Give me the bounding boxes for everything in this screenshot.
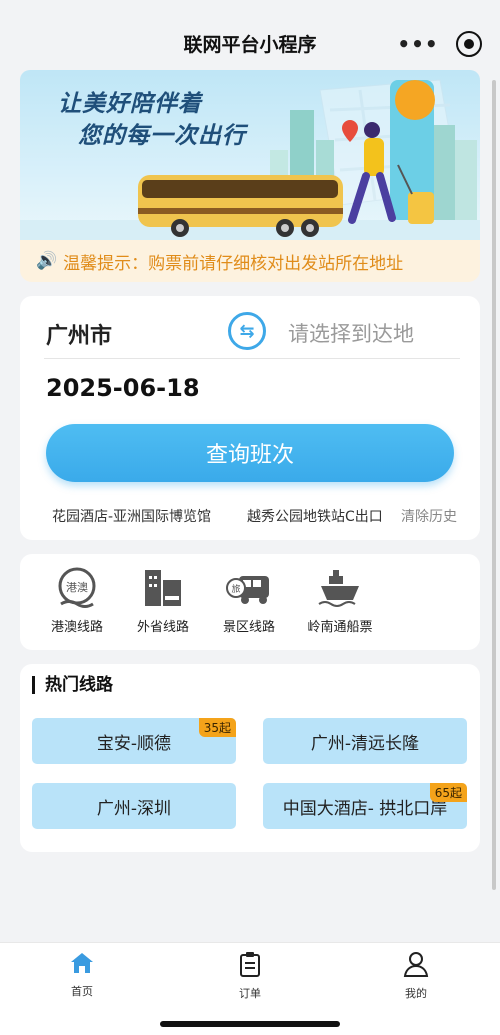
category-hk-macau[interactable]: 港澳 港澳线路 <box>42 566 112 635</box>
category-label: 港澳线路 <box>50 620 103 635</box>
route-item[interactable]: 广州-清远长隆 <box>263 718 467 764</box>
banner-headline-2: 您的每一次出行 <box>78 123 246 149</box>
category-other-province[interactable]: 外省线路 <box>128 566 198 635</box>
route-item[interactable]: 广州-深圳 <box>32 783 236 829</box>
destination-placeholder[interactable]: 请选择到达地 <box>288 318 414 348</box>
price-tag: 35起 <box>198 718 236 737</box>
svg-text:旅: 旅 <box>231 583 240 595</box>
category-card: 港澳 港澳线路 外省线路 旅 景区线路 岭南通船票 <box>20 554 480 650</box>
query-schedules-button[interactable]: 查询班次 <box>46 424 454 482</box>
banner-headline-1: 让美好陪伴着 <box>58 91 202 117</box>
scrollbar[interactable] <box>492 80 496 890</box>
search-history: 花园酒店-亚洲国际博览馆 越秀公园地铁站C出口 清除历史 <box>20 506 480 528</box>
route-item[interactable]: 宝安-顺德 35起 <box>32 718 236 764</box>
capsule-menu: ••• <box>397 28 482 60</box>
category-scenic[interactable]: 旅 景区线路 <box>214 566 284 635</box>
buildings-icon <box>128 566 198 610</box>
mini-program-titlebar: 联网平台小程序 ••• <box>0 0 500 70</box>
route-item[interactable]: 中国大酒店- 拱北口岸 65起 <box>263 783 467 829</box>
history-item[interactable]: 越秀公园地铁站C出口 <box>247 506 393 526</box>
ship-icon <box>300 566 380 610</box>
home-icon <box>71 953 93 973</box>
tab-home[interactable]: 首页 <box>42 951 122 999</box>
promo-banner[interactable]: 让美好陪伴着 您的每一次出行 <box>20 70 480 240</box>
home-indicator <box>160 1021 340 1027</box>
departure-date[interactable]: 2025-06-18 <box>46 374 200 402</box>
tab-label: 首页 <box>71 985 93 998</box>
user-icon <box>403 952 429 977</box>
clipboard-icon <box>240 952 260 977</box>
section-title: 热门线路 <box>32 676 113 694</box>
route-label: 广州-清远长隆 <box>310 733 420 754</box>
divider <box>44 358 460 359</box>
hk-macau-icon: 港澳 <box>42 566 112 610</box>
notice-text: 温馨提示：购票前请仔细核对出发站所在地址 <box>63 253 404 274</box>
target-circle-icon[interactable] <box>456 31 482 57</box>
ticket-search-card: 广州市 ⇆ 请选择到达地 2025-06-18 查询班次 花园酒店-亚洲国际博览… <box>20 296 480 540</box>
swap-direction-icon[interactable]: ⇆ <box>228 312 266 350</box>
route-label: 中国大酒店- 拱北口岸 <box>282 798 448 819</box>
speaker-icon: 🔊 <box>36 251 58 271</box>
category-label: 岭南通船票 <box>307 620 373 635</box>
tab-label: 订单 <box>239 987 261 1000</box>
category-label: 景区线路 <box>222 620 275 635</box>
tab-mine[interactable]: 我的 <box>376 951 456 1001</box>
departure-city[interactable]: 广州市 <box>46 318 112 350</box>
clear-history-button[interactable]: 清除历史 <box>401 506 457 526</box>
price-tag: 65起 <box>429 783 467 802</box>
history-item[interactable]: 花园酒店-亚洲国际博览馆 <box>52 506 211 526</box>
notice-bar: 🔊 温馨提示：购票前请仔细核对出发站所在地址 <box>20 240 480 282</box>
tab-orders[interactable]: 订单 <box>210 951 290 1001</box>
category-label: 外省线路 <box>136 620 189 635</box>
hot-routes-card: 热门线路 宝安-顺德 35起 广州-清远长隆 广州-深圳 中国大酒店- 拱北口岸… <box>20 664 480 852</box>
category-ferry[interactable]: 岭南通船票 <box>300 566 380 635</box>
tour-bus-icon: 旅 <box>214 566 284 610</box>
bottom-tab-bar: 首页 订单 我的 <box>0 942 500 1035</box>
tab-label: 我的 <box>405 987 427 1000</box>
route-label: 广州-深圳 <box>96 798 172 819</box>
more-dots-icon[interactable]: ••• <box>397 28 438 60</box>
route-label: 宝安-顺德 <box>96 733 172 754</box>
svg-text:港澳: 港澳 <box>66 581 88 594</box>
